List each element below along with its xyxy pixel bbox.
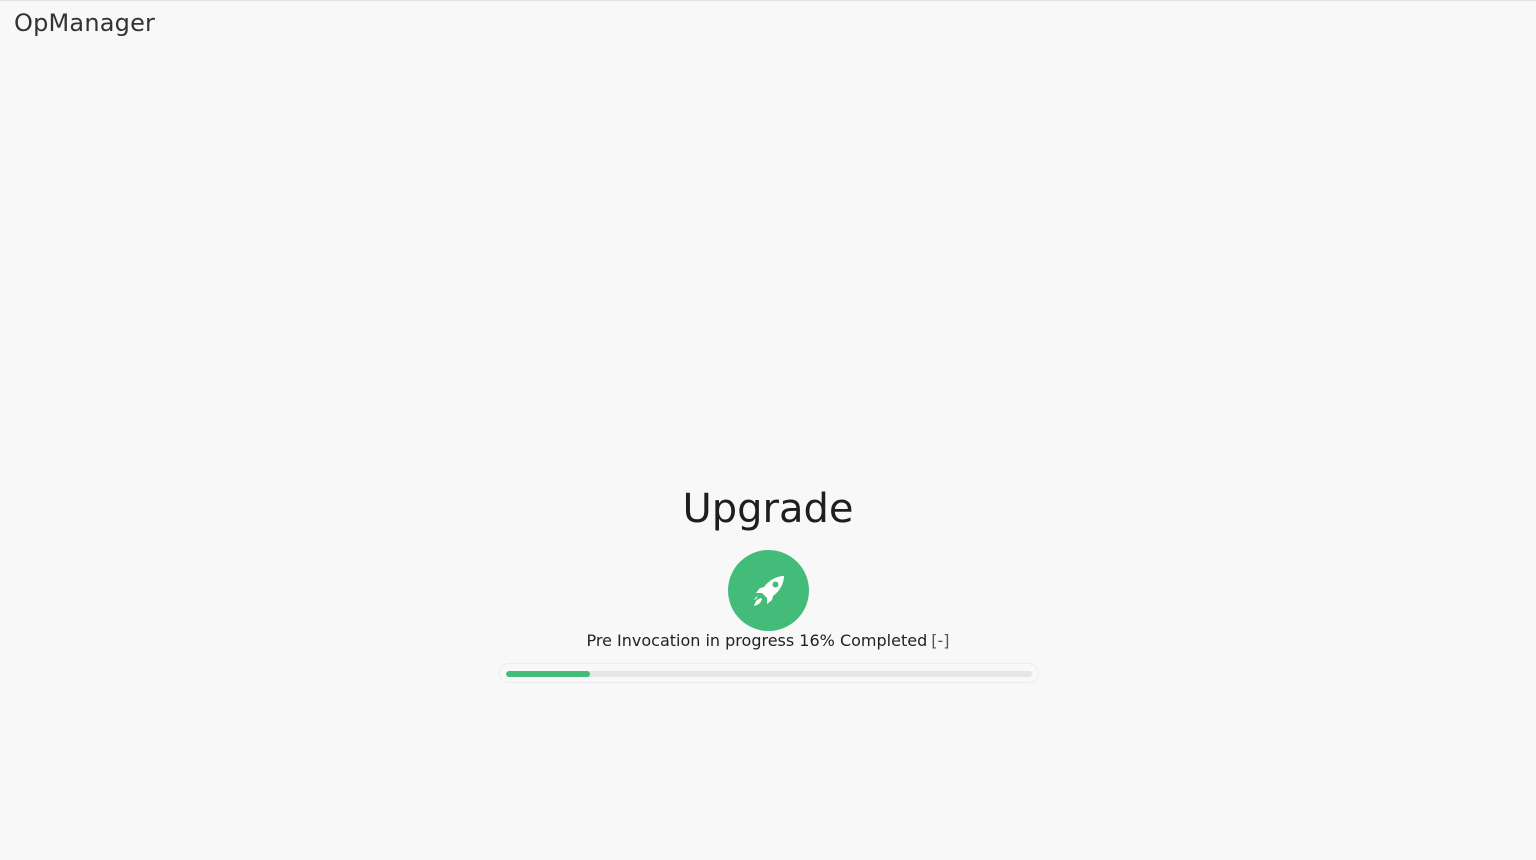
upgrade-page: OpManager Upgrade Pre Invocation in prog… xyxy=(0,0,1536,860)
progress-fill xyxy=(506,671,591,677)
rocket-icon-graphic xyxy=(753,575,784,606)
rocket-icon xyxy=(728,550,809,631)
details-toggle-button[interactable]: [-] xyxy=(931,631,949,650)
progress-bar xyxy=(499,663,1039,683)
upgrade-panel: Upgrade Pre Invocation in progress 16% C… xyxy=(0,1,1536,860)
page-title: Upgrade xyxy=(682,486,854,532)
upgrade-status: Pre Invocation in progress 16% Completed… xyxy=(0,631,1536,651)
status-text: Pre Invocation in progress 16% Completed xyxy=(586,631,928,650)
progress-track xyxy=(506,671,1032,677)
